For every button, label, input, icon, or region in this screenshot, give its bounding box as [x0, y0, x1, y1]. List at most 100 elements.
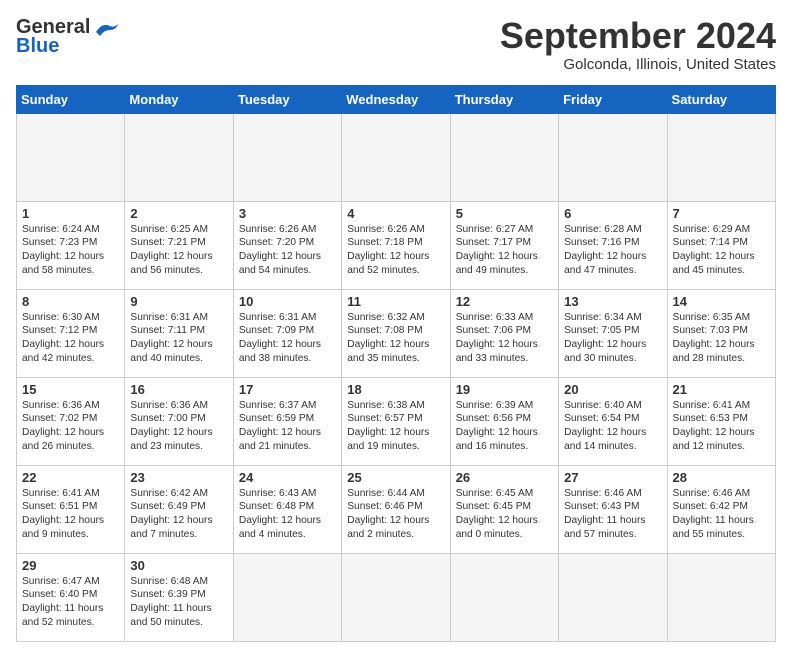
calendar-cell — [17, 113, 125, 201]
cell-info: Sunrise: 6:47 AM Sunset: 6:40 PM Dayligh… — [22, 575, 119, 630]
calendar-table: SundayMondayTuesdayWednesdayThursdayFrid… — [16, 85, 776, 642]
cell-info: Sunrise: 6:27 AM Sunset: 7:17 PM Dayligh… — [456, 223, 553, 278]
cell-info: Sunrise: 6:40 AM Sunset: 6:54 PM Dayligh… — [564, 399, 661, 454]
cell-info: Sunrise: 6:41 AM Sunset: 6:53 PM Dayligh… — [673, 399, 770, 454]
cell-info: Sunrise: 6:33 AM Sunset: 7:06 PM Dayligh… — [456, 311, 553, 366]
title-area: September 2024 Golconda, Illinois, Unite… — [500, 16, 776, 73]
cell-info: Sunrise: 6:37 AM Sunset: 6:59 PM Dayligh… — [239, 399, 336, 454]
cell-info: Sunrise: 6:34 AM Sunset: 7:05 PM Dayligh… — [564, 311, 661, 366]
cell-info: Sunrise: 6:24 AM Sunset: 7:23 PM Dayligh… — [22, 223, 119, 278]
day-number: 4 — [347, 206, 444, 221]
day-number: 29 — [22, 558, 119, 573]
cell-info: Sunrise: 6:45 AM Sunset: 6:45 PM Dayligh… — [456, 487, 553, 542]
calendar-cell: 25Sunrise: 6:44 AM Sunset: 6:46 PM Dayli… — [342, 465, 450, 553]
calendar-cell — [125, 113, 233, 201]
cell-info: Sunrise: 6:46 AM Sunset: 6:43 PM Dayligh… — [564, 487, 661, 542]
month-title: September 2024 — [500, 16, 776, 56]
cell-info: Sunrise: 6:44 AM Sunset: 6:46 PM Dayligh… — [347, 487, 444, 542]
day-number: 26 — [456, 470, 553, 485]
calendar-cell — [233, 553, 341, 641]
day-number: 12 — [456, 294, 553, 309]
calendar-cell: 12 Sunrise: 6:33 AM Sunset: 7:06 PM Dayli… — [450, 289, 558, 377]
calendar-cell — [559, 113, 667, 201]
day-number: 14 — [673, 294, 770, 309]
cell-info: Sunrise: 6:30 AM Sunset: 7:12 PM Dayligh… — [22, 311, 119, 366]
calendar-cell — [667, 553, 775, 641]
calendar-cell: 2Sunrise: 6:25 AM Sunset: 7:21 PM Daylig… — [125, 201, 233, 289]
calendar-cell — [450, 553, 558, 641]
cell-info: Sunrise: 6:39 AM Sunset: 6:56 PM Dayligh… — [456, 399, 553, 454]
calendar-cell: 23Sunrise: 6:42 AM Sunset: 6:49 PM Dayli… — [125, 465, 233, 553]
calendar-cell: 29 Sunrise: 6:47 AM Sunset: 6:40 PM Dayli… — [17, 553, 125, 641]
calendar-cell: 19Sunrise: 6:39 AM Sunset: 6:56 PM Dayli… — [450, 377, 558, 465]
calendar-cell: 15Sunrise: 6:36 AM Sunset: 7:02 PM Dayli… — [17, 377, 125, 465]
col-header-monday: Monday — [125, 85, 233, 113]
cell-info: Sunrise: 6:35 AM Sunset: 7:03 PM Dayligh… — [673, 311, 770, 366]
calendar-cell: 11Sunrise: 6:32 AM Sunset: 7:08 PM Dayli… — [342, 289, 450, 377]
day-number: 21 — [673, 382, 770, 397]
col-header-tuesday: Tuesday — [233, 85, 341, 113]
day-number: 10 — [239, 294, 336, 309]
day-number: 17 — [239, 382, 336, 397]
calendar-cell: 22Sunrise: 6:41 AM Sunset: 6:51 PM Dayli… — [17, 465, 125, 553]
day-number: 18 — [347, 382, 444, 397]
cell-info: Sunrise: 6:26 AM Sunset: 7:18 PM Dayligh… — [347, 223, 444, 278]
calendar-cell: 3 Sunrise: 6:26 AM Sunset: 7:20 PM Daylig… — [233, 201, 341, 289]
calendar-cell: 26 Sunrise: 6:45 AM Sunset: 6:45 PM Dayli… — [450, 465, 558, 553]
calendar-cell: 6Sunrise: 6:28 AM Sunset: 7:16 PM Daylig… — [559, 201, 667, 289]
col-header-sunday: Sunday — [17, 85, 125, 113]
calendar-cell: 21 Sunrise: 6:41 AM Sunset: 6:53 PM Dayli… — [667, 377, 775, 465]
calendar-cell: 27 Sunrise: 6:46 AM Sunset: 6:43 PM Dayli… — [559, 465, 667, 553]
col-header-thursday: Thursday — [450, 85, 558, 113]
cell-info: Sunrise: 6:46 AM Sunset: 6:42 PM Dayligh… — [673, 487, 770, 542]
cell-info: Sunrise: 6:29 AM Sunset: 7:14 PM Dayligh… — [673, 223, 770, 278]
calendar-cell — [342, 553, 450, 641]
col-header-wednesday: Wednesday — [342, 85, 450, 113]
cell-info: Sunrise: 6:31 AM Sunset: 7:11 PM Dayligh… — [130, 311, 227, 366]
calendar-cell: 9 Sunrise: 6:31 AM Sunset: 7:11 PM Daylig… — [125, 289, 233, 377]
calendar-cell: 18 Sunrise: 6:38 AM Sunset: 6:57 PM Dayli… — [342, 377, 450, 465]
col-header-saturday: Saturday — [667, 85, 775, 113]
day-number: 16 — [130, 382, 227, 397]
cell-info: Sunrise: 6:25 AM Sunset: 7:21 PM Dayligh… — [130, 223, 227, 278]
calendar-cell: 20 Sunrise: 6:40 AM Sunset: 6:54 PM Dayli… — [559, 377, 667, 465]
calendar-cell — [667, 113, 775, 201]
day-number: 9 — [130, 294, 227, 309]
calendar-cell: 4 Sunrise: 6:26 AM Sunset: 7:18 PM Daylig… — [342, 201, 450, 289]
day-number: 24 — [239, 470, 336, 485]
day-number: 13 — [564, 294, 661, 309]
calendar-cell: 16 Sunrise: 6:36 AM Sunset: 7:00 PM Dayli… — [125, 377, 233, 465]
day-number: 6 — [564, 206, 661, 221]
cell-info: Sunrise: 6:36 AM Sunset: 7:00 PM Dayligh… — [130, 399, 227, 454]
day-number: 30 — [130, 558, 227, 573]
day-number: 15 — [22, 382, 119, 397]
calendar-cell — [559, 553, 667, 641]
calendar-cell: 24 Sunrise: 6:43 AM Sunset: 6:48 PM Dayli… — [233, 465, 341, 553]
calendar-cell: 17 Sunrise: 6:37 AM Sunset: 6:59 PM Dayli… — [233, 377, 341, 465]
cell-info: Sunrise: 6:31 AM Sunset: 7:09 PM Dayligh… — [239, 311, 336, 366]
cell-info: Sunrise: 6:32 AM Sunset: 7:08 PM Dayligh… — [347, 311, 444, 366]
day-number: 8 — [22, 294, 119, 309]
day-number: 20 — [564, 382, 661, 397]
header: General Blue September 2024 Golconda, Il… — [16, 16, 776, 73]
col-header-friday: Friday — [559, 85, 667, 113]
cell-info: Sunrise: 6:43 AM Sunset: 6:48 PM Dayligh… — [239, 487, 336, 542]
calendar-cell: 14 Sunrise: 6:35 AM Sunset: 7:03 PM Dayli… — [667, 289, 775, 377]
day-number: 5 — [456, 206, 553, 221]
cell-info: Sunrise: 6:26 AM Sunset: 7:20 PM Dayligh… — [239, 223, 336, 278]
calendar-cell: 5 Sunrise: 6:27 AM Sunset: 7:17 PM Daylig… — [450, 201, 558, 289]
cell-info: Sunrise: 6:42 AM Sunset: 6:49 PM Dayligh… — [130, 487, 227, 542]
logo-bird-icon — [92, 18, 120, 38]
day-number: 3 — [239, 206, 336, 221]
calendar-cell — [450, 113, 558, 201]
calendar-cell: 8 Sunrise: 6:30 AM Sunset: 7:12 PM Daylig… — [17, 289, 125, 377]
logo-blue: Blue — [16, 35, 59, 58]
cell-info: Sunrise: 6:48 AM Sunset: 6:39 PM Dayligh… — [130, 575, 227, 630]
day-number: 27 — [564, 470, 661, 485]
day-number: 22 — [22, 470, 119, 485]
calendar-cell — [342, 113, 450, 201]
location-title: Golconda, Illinois, United States — [500, 56, 776, 73]
cell-info: Sunrise: 6:38 AM Sunset: 6:57 PM Dayligh… — [347, 399, 444, 454]
calendar-cell: 1Sunrise: 6:24 AM Sunset: 7:23 PM Daylig… — [17, 201, 125, 289]
day-number: 7 — [673, 206, 770, 221]
